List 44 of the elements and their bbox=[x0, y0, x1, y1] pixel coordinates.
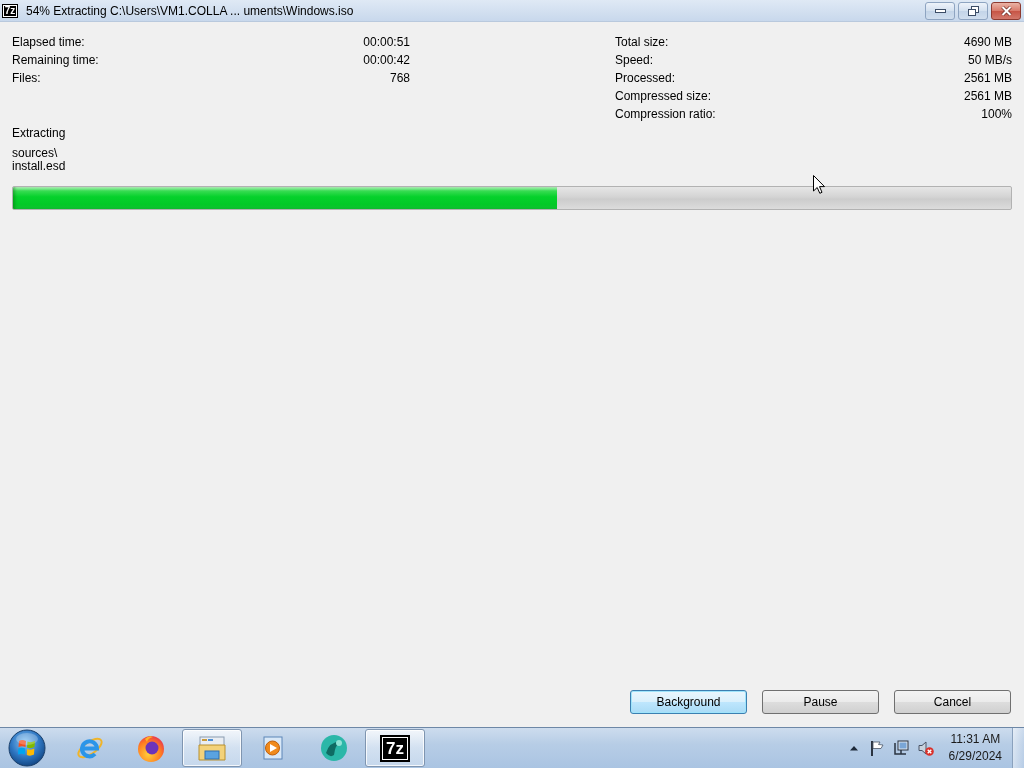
window-title: 54% Extracting C:\Users\VM1.COLLA ... uments\Windows.iso bbox=[26, 3, 354, 18]
stat-value: 768 bbox=[388, 71, 410, 85]
flag-icon[interactable] bbox=[868, 740, 885, 756]
restore-button[interactable] bbox=[958, 2, 988, 20]
file-folder: sources\ bbox=[12, 147, 58, 160]
dialog-button[interactable]: Pause bbox=[762, 690, 879, 714]
clock-time[interactable]: 11:31 AM bbox=[950, 731, 1001, 748]
stat-label: Elapsed time: bbox=[12, 35, 86, 49]
minimize-button[interactable] bbox=[925, 2, 955, 20]
taskbar-button[interactable] bbox=[182, 729, 242, 767]
stat-label: Processed: bbox=[615, 71, 677, 85]
taskbar-button[interactable]: 7z bbox=[365, 729, 425, 767]
flame-globe-icon bbox=[136, 733, 166, 763]
stat-value: 100% bbox=[980, 107, 1012, 121]
stat-value: 50 MB/s bbox=[967, 53, 1012, 67]
restore-icon bbox=[967, 6, 979, 16]
network-icon[interactable] bbox=[893, 740, 910, 756]
close-button[interactable] bbox=[991, 2, 1021, 20]
folder-icon bbox=[197, 733, 227, 763]
stat-value: 00:00:51 bbox=[363, 35, 410, 49]
stat-value: 2561 MB bbox=[963, 89, 1012, 103]
stat-value: 00:00:42 bbox=[363, 53, 410, 67]
minimize-icon bbox=[934, 9, 946, 13]
stat-value: 4690 MB bbox=[963, 35, 1012, 49]
caret-up-icon[interactable] bbox=[849, 745, 858, 751]
stat-label: Total size: bbox=[615, 35, 670, 49]
stat-label: Compression ratio: bbox=[615, 107, 717, 121]
close-icon bbox=[1000, 6, 1012, 16]
stat-label: Speed: bbox=[615, 53, 655, 67]
start-orb-icon[interactable] bbox=[8, 729, 46, 767]
speaker-icon[interactable] bbox=[917, 740, 934, 756]
dialog-button[interactable]: Cancel bbox=[894, 690, 1011, 714]
stat-label: Compressed size: bbox=[615, 89, 713, 103]
file-name: install.esd bbox=[12, 160, 66, 173]
mouse-pointer-icon bbox=[813, 175, 825, 194]
stat-label: Remaining time: bbox=[12, 53, 100, 67]
operation-label: Extracting bbox=[12, 126, 66, 140]
clock-date[interactable]: 6/29/2024 bbox=[948, 748, 1002, 765]
dialog-button[interactable]: Background bbox=[630, 690, 747, 714]
app-logo: 7z bbox=[2, 3, 18, 18]
stat-label: Files: bbox=[12, 71, 42, 85]
app-logo: 7z bbox=[380, 734, 410, 762]
stat-value: 2561 MB bbox=[963, 71, 1012, 85]
sphere-icon bbox=[319, 733, 349, 763]
